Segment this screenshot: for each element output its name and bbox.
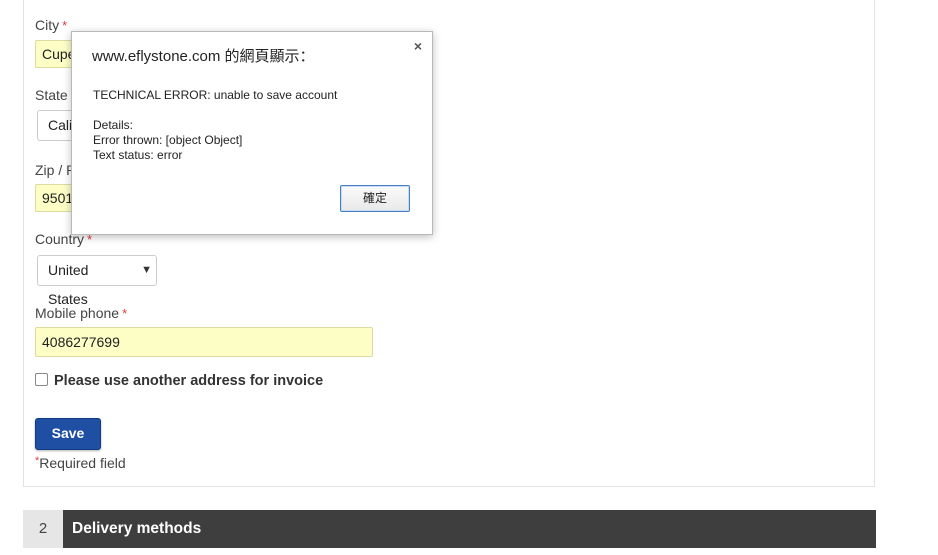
dialog-error-thrown: Error thrown: [object Object]	[93, 133, 243, 147]
required-field-note: *Required field	[35, 455, 126, 471]
delivery-methods-section-header[interactable]: 2 Delivery methods	[23, 510, 876, 548]
dialog-message: TECHNICAL ERROR: unable to save account …	[93, 88, 337, 163]
required-star: *	[122, 306, 128, 321]
invoice-address-option[interactable]: Please use another address for invoice	[35, 372, 323, 389]
dialog-ok-button[interactable]: 確定	[340, 185, 410, 212]
dropdown-arrow-icon: ▼	[141, 264, 152, 276]
mobile-input[interactable]: 4086277699	[35, 327, 373, 357]
zip-label: Zip / P	[35, 162, 76, 178]
country-select[interactable]: United States ▼	[37, 255, 157, 307]
state-select-value: Cali	[48, 117, 73, 133]
required-star: *	[62, 18, 68, 33]
mobile-label: Mobile phone *	[35, 305, 128, 321]
city-label: City *	[35, 17, 68, 33]
alert-dialog: www.eflystone.com 的網頁顯示： × TECHNICAL ERR…	[71, 31, 433, 235]
invoice-address-checkbox[interactable]	[35, 372, 48, 386]
state-label: State	[35, 87, 68, 103]
dialog-title: www.eflystone.com 的網頁顯示：	[92, 48, 315, 65]
dialog-text-status: Text status: error	[93, 148, 183, 162]
dialog-details-label: Details:	[93, 118, 134, 132]
section-number: 2	[23, 510, 63, 548]
save-button[interactable]: Save	[35, 418, 101, 450]
invoice-address-label[interactable]: Please use another address for invoice	[54, 373, 323, 389]
section-title: Delivery methods	[72, 520, 202, 537]
close-icon[interactable]: ×	[414, 38, 422, 54]
dialog-error-line: TECHNICAL ERROR: unable to save account	[93, 88, 338, 102]
country-select-value: United States	[48, 262, 89, 307]
